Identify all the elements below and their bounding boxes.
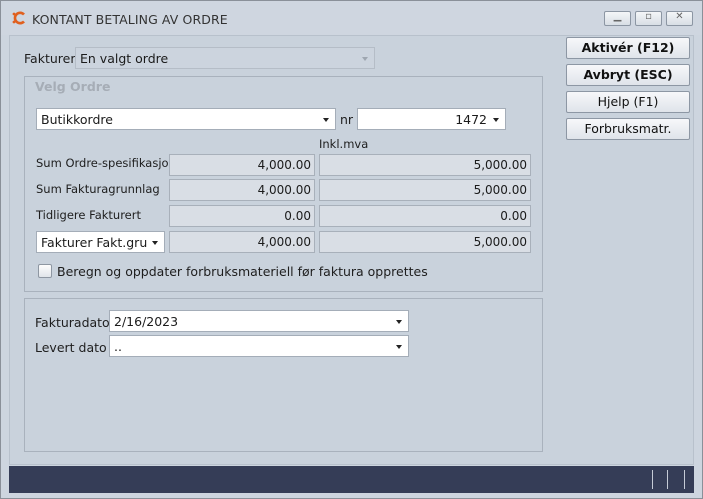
fakturer-basis-value: Fakturer Fakt.grunnlag bbox=[41, 235, 147, 250]
fakturagrunnlag-inkl-value: 5,000.00 bbox=[473, 183, 527, 197]
minimize-icon: ▁ bbox=[613, 11, 622, 22]
row-label-ordre-spesifikasjon: Sum Ordre-spesifikasjon bbox=[36, 156, 176, 170]
fakturer-label: Fakturer bbox=[24, 51, 76, 66]
levert-dato-picker[interactable]: .. bbox=[109, 335, 409, 357]
nr-label: nr bbox=[340, 112, 354, 127]
tidligere-fakturert-inkl-value: 0.00 bbox=[500, 209, 527, 223]
row-label-fakturagrunnlag: Sum Fakturagrunnlag bbox=[36, 182, 160, 196]
close-button[interactable]: ✕ bbox=[666, 11, 693, 26]
chevron-down-icon bbox=[396, 320, 402, 324]
levert-dato-value: .. bbox=[114, 339, 122, 354]
ordre-spesifikasjon-inkl-value: 5,000.00 bbox=[473, 158, 527, 172]
status-separator bbox=[667, 470, 668, 489]
status-separator bbox=[652, 470, 653, 489]
window-title: KONTANT BETALING AV ORDRE bbox=[32, 12, 228, 27]
order-number-select[interactable]: 1472 bbox=[357, 108, 506, 130]
chevron-down-icon bbox=[323, 118, 329, 122]
aktiver-button[interactable]: Aktivér (F12) bbox=[566, 37, 690, 59]
levert-dato-label: Levert dato bbox=[35, 340, 107, 355]
ordre-spesifikasjon-ex-value: 4,000.00 bbox=[257, 158, 311, 172]
restore-icon: ▫ bbox=[645, 11, 652, 22]
tidligere-fakturert-ex-field: 0.00 bbox=[169, 205, 315, 227]
restore-button[interactable]: ▫ bbox=[635, 11, 662, 26]
app-logo-icon bbox=[12, 11, 25, 25]
chevron-down-icon bbox=[152, 241, 158, 245]
fakturadato-label: Fakturadato bbox=[35, 315, 110, 330]
hjelp-button[interactable]: Hjelp (F1) bbox=[566, 91, 690, 113]
dialog-window: KONTANT BETALING AV ORDRE ▁ ▫ ✕ Fakturer… bbox=[0, 0, 703, 499]
forbruksmatr-button[interactable]: Forbruksmatr. bbox=[566, 118, 690, 140]
fakturer-basis-select[interactable]: Fakturer Fakt.grunnlag bbox=[36, 231, 165, 253]
fakturadato-picker[interactable]: 2/16/2023 bbox=[109, 310, 409, 332]
fakturer-select[interactable]: En valgt ordre bbox=[75, 47, 375, 69]
tidligere-fakturert-inkl-field: 0.00 bbox=[319, 205, 531, 227]
fakturagrunnlag-inkl-field: 5,000.00 bbox=[319, 179, 531, 201]
velg-ordre-title: Velg Ordre bbox=[35, 79, 111, 94]
fakturer-inkl-field: 5,000.00 bbox=[319, 231, 531, 253]
close-icon: ✕ bbox=[675, 11, 684, 22]
status-separator bbox=[684, 470, 685, 489]
forbruk-checkbox[interactable] bbox=[38, 264, 52, 278]
chevron-down-icon bbox=[362, 57, 368, 61]
fakturer-ex-field: 4,000.00 bbox=[169, 231, 315, 253]
avbryt-button[interactable]: Avbryt (ESC) bbox=[566, 64, 690, 86]
fakturer-select-value: En valgt ordre bbox=[80, 51, 169, 66]
fakturer-ex-value: 4,000.00 bbox=[257, 235, 311, 249]
chevron-down-icon bbox=[396, 345, 402, 349]
fakturagrunnlag-ex-field: 4,000.00 bbox=[169, 179, 315, 201]
row-label-tidligere-fakturert: Tidligere Fakturert bbox=[36, 208, 141, 222]
status-bar bbox=[9, 466, 694, 493]
minimize-button[interactable]: ▁ bbox=[604, 11, 631, 26]
order-type-value: Butikkordre bbox=[41, 112, 113, 127]
fakturadato-value: 2/16/2023 bbox=[114, 314, 179, 329]
ordre-spesifikasjon-inkl-field: 5,000.00 bbox=[319, 154, 531, 176]
order-type-select[interactable]: Butikkordre bbox=[36, 108, 336, 130]
order-number-value: 1472 bbox=[455, 112, 487, 127]
ordre-spesifikasjon-ex-field: 4,000.00 bbox=[169, 154, 315, 176]
inkl-mva-header: Inkl.mva bbox=[319, 137, 369, 151]
fakturer-inkl-value: 5,000.00 bbox=[473, 235, 527, 249]
forbruk-checkbox-label: Beregn og oppdater forbruksmateriell før… bbox=[57, 264, 428, 279]
chevron-down-icon bbox=[493, 118, 499, 122]
tidligere-fakturert-ex-value: 0.00 bbox=[284, 209, 311, 223]
fakturagrunnlag-ex-value: 4,000.00 bbox=[257, 183, 311, 197]
title-bar: KONTANT BETALING AV ORDRE ▁ ▫ ✕ bbox=[1, 1, 702, 35]
